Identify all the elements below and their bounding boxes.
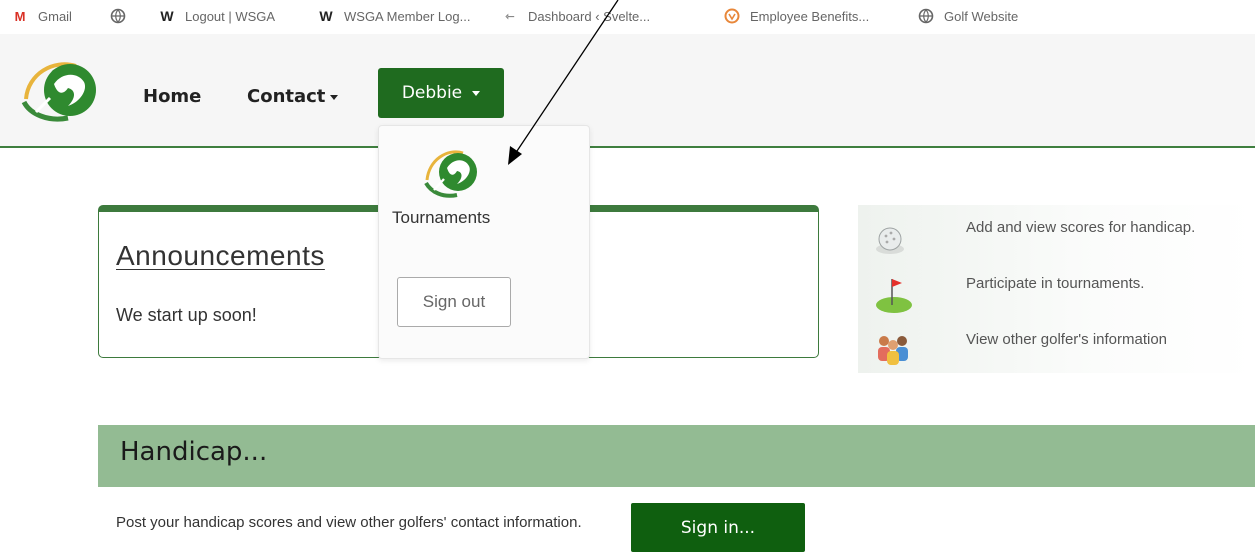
handicap-header: Handicap... xyxy=(98,425,1255,487)
caret-down-icon xyxy=(330,94,339,100)
caret-down-icon xyxy=(472,90,481,96)
nav-home-link[interactable]: Home xyxy=(143,86,201,107)
feature-list: Add and view scores for handicap. Partic… xyxy=(858,205,1255,373)
golf-green-icon xyxy=(876,279,912,313)
bookmark-employee-benefits[interactable]: Employee Benefits... xyxy=(724,6,869,26)
announcements-title: Announcements xyxy=(116,240,325,271)
feature-item-tournaments: Participate in tournaments. xyxy=(872,275,1252,315)
bookmark-label: Gmail xyxy=(38,8,72,24)
sign-in-button[interactable]: Sign in... xyxy=(631,503,805,552)
bookmark-label: WSGA Member Log... xyxy=(344,8,471,24)
feature-text: View other golfer's information xyxy=(966,331,1168,348)
w-icon: W xyxy=(160,8,174,24)
gmail-icon: M xyxy=(14,8,26,24)
sign-out-button[interactable]: Sign out xyxy=(397,277,511,327)
bookmarks-bar: M Gmail W Logout | WSGA W WSGA Member Lo… xyxy=(0,0,1255,34)
dashboard-icon: ⇽ xyxy=(505,10,515,23)
globe-icon xyxy=(110,8,126,24)
handicap-title: Handicap... xyxy=(120,437,268,467)
bookmark-label: Employee Benefits... xyxy=(750,8,870,24)
announcements-text: We start up soon! xyxy=(116,305,257,325)
golf-logo-icon[interactable] xyxy=(421,144,483,200)
w-icon: W xyxy=(319,8,333,24)
bookmark-wsga-member-login[interactable]: W WSGA Member Log... xyxy=(318,6,470,26)
benefits-icon xyxy=(724,8,740,24)
bookmark-dashboard[interactable]: ⇽ Dashboard ‹ Svelte... xyxy=(502,6,650,26)
user-menu-button[interactable]: Debbie xyxy=(378,68,504,118)
bookmark-logout-wsga[interactable]: W Logout | WSGA xyxy=(159,6,275,26)
nav-contact-dropdown[interactable]: Contact xyxy=(247,86,339,107)
user-name-label: Debbie xyxy=(401,83,463,103)
dropdown-item-tournaments[interactable]: Tournaments xyxy=(392,208,490,228)
bookmark-gmail[interactable]: M Gmail xyxy=(12,6,72,26)
handicap-description: Post your handicap scores and view other… xyxy=(116,514,582,531)
user-dropdown-menu: Tournaments Sign out xyxy=(378,125,590,359)
golf-ball-icon xyxy=(876,227,904,254)
golf-logo-icon[interactable] xyxy=(18,54,104,124)
bookmark-golf-website[interactable]: Golf Website xyxy=(918,6,1018,26)
site-navbar: Home Contact Debbie xyxy=(0,34,1255,148)
bookmark-label: Golf Website xyxy=(944,8,1019,24)
bookmark-label: Dashboard ‹ Svelte... xyxy=(528,8,651,24)
feature-text: Add and view scores for handicap. xyxy=(966,219,1196,236)
people-icon xyxy=(878,336,908,365)
feature-item-scores: Add and view scores for handicap. xyxy=(872,219,1252,259)
globe-icon xyxy=(918,8,934,24)
bookmark-globe[interactable] xyxy=(110,6,136,26)
nav-contact-label: Contact xyxy=(247,86,326,107)
bookmark-label: Logout | WSGA xyxy=(185,8,276,24)
feature-item-golfers: View other golfer's information xyxy=(872,331,1252,371)
feature-text: Participate in tournaments. xyxy=(966,275,1145,292)
